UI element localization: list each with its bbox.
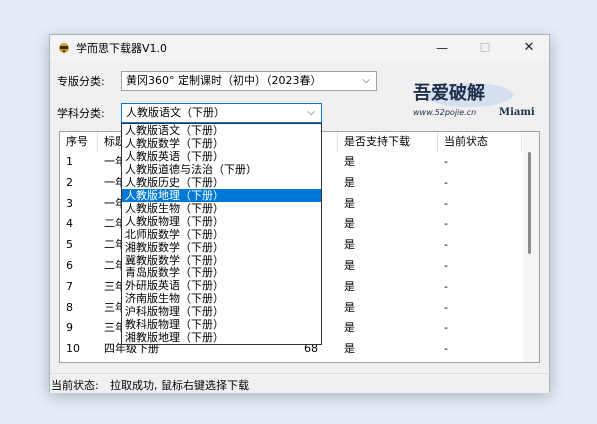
dropdown-option[interactable]: 人教版语文（下册） <box>122 124 321 137</box>
subject-dropdown-list[interactable]: 人教版语文（下册） 人教版数学（下册） 人教版英语（下册） 人教版道德与法治（下册）人… <box>121 123 322 345</box>
chevron-down-icon: ⌵ <box>362 75 370 86</box>
dropdown-option[interactable]: 沪科版物理（下册） <box>122 305 321 318</box>
cell-no: 2 <box>66 175 73 189</box>
cell-support: 是 <box>344 155 355 168</box>
dropdown-option[interactable]: 冀教版数学（下册） <box>122 254 321 267</box>
edition-value: 黄冈360° 定制课时（初中）（2023春） <box>126 74 322 87</box>
dropdown-option[interactable]: 人教版地理（下册） <box>122 188 321 202</box>
dropdown-option[interactable]: 人教版英语（下册） <box>122 150 321 163</box>
chevron-down-icon: ⌵ <box>307 107 315 118</box>
scrollbar-thumb[interactable] <box>528 152 531 254</box>
window-title: 学而思下载器V1.0 <box>76 42 168 55</box>
app-window: 学而思下载器V1.0 — ☐ ✕ 专版分类: 黄冈360° 定制课时（初中）（2… <box>49 34 550 393</box>
dropdown-option[interactable]: 湘教版地理（下册） <box>122 331 321 344</box>
dropdown-option[interactable]: 人教版数学（下册） <box>122 137 321 150</box>
dropdown-option[interactable]: 北师版数学（下册） <box>122 228 321 241</box>
status-bar: 当前状态: 拉取成功, 鼠标右键选择下载 <box>50 373 549 393</box>
dropdown-option[interactable]: 教科版物理（下册） <box>122 318 321 331</box>
status-message: 拉取成功, 鼠标右键选择下载 <box>110 379 249 392</box>
cell-no: 1 <box>66 155 73 168</box>
cell-no: 10 <box>66 342 80 356</box>
cell-support: 是 <box>344 259 355 272</box>
cell-no: 6 <box>66 259 73 272</box>
logo-main-text: 吾爱破解 <box>413 82 485 104</box>
cell-no: 3 <box>66 196 73 210</box>
cell-support: 是 <box>344 342 355 356</box>
cell-status: - <box>444 238 448 252</box>
cell-status: - <box>444 196 448 210</box>
cell-status: - <box>444 300 448 314</box>
cell-no: 4 <box>66 217 73 231</box>
cell-status: - <box>444 155 448 168</box>
dropdown-option[interactable]: 湘教版数学（下册） <box>122 241 321 254</box>
column-header-no[interactable]: 序号 <box>60 132 98 152</box>
dropdown-option[interactable]: 青岛版数学（下册） <box>122 266 321 279</box>
dropdown-option[interactable]: 人教版生物（下册） <box>122 202 321 215</box>
dropdown-option[interactable]: 外研版英语（下册） <box>122 279 321 292</box>
cell-support: 是 <box>344 196 355 210</box>
cell-support: 是 <box>344 175 355 189</box>
cell-no: 9 <box>66 321 73 335</box>
maximize-button[interactable]: ☐ <box>468 35 502 61</box>
column-header-status[interactable]: 当前状态 <box>438 132 522 152</box>
column-header-support[interactable]: 是否支持下载 <box>338 132 438 152</box>
app-icon <box>59 43 69 53</box>
subject-select[interactable]: 人教版语文（下册） ⌵ <box>121 103 322 123</box>
dropdown-option[interactable]: 人教版道德与法治（下册） <box>122 163 321 176</box>
cell-status: - <box>444 321 448 335</box>
minimize-button[interactable]: — <box>425 35 459 61</box>
dropdown-option[interactable]: 济南版生物（下册） <box>122 292 321 305</box>
dropdown-option[interactable]: 人教版历史（下册） <box>122 176 321 189</box>
cell-support: 是 <box>344 238 355 252</box>
vertical-scrollbar[interactable] <box>523 132 539 362</box>
cell-status: - <box>444 217 448 231</box>
close-button[interactable]: ✕ <box>512 35 546 61</box>
cell-status: - <box>444 279 448 293</box>
logo-url-text: www.52pojie.cn <box>413 108 476 117</box>
site-logo: 吾爱破解 www.52pojie.cn Miami <box>413 82 535 118</box>
title-bar[interactable]: 学而思下载器V1.0 — ☐ ✕ <box>50 35 549 61</box>
cell-support: 是 <box>344 321 355 335</box>
cell-no: 8 <box>66 300 73 314</box>
dropdown-option[interactable]: 人教版物理（下册） <box>122 215 321 228</box>
cell-status: - <box>444 175 448 189</box>
cell-no: 5 <box>66 238 73 252</box>
cell-no: 7 <box>66 279 73 293</box>
cell-support: 是 <box>344 300 355 314</box>
edition-select[interactable]: 黄冈360° 定制课时（初中）（2023春） ⌵ <box>121 71 377 91</box>
cell-status: - <box>444 259 448 272</box>
cell-status: - <box>444 342 448 356</box>
logo-tag-text: Miami <box>499 107 535 118</box>
status-label: 当前状态: <box>51 379 99 392</box>
edition-label: 专版分类: <box>57 75 105 88</box>
subject-value: 人教版语文（下册） <box>126 106 225 119</box>
subject-label: 学科分类: <box>57 107 105 120</box>
cell-support: 是 <box>344 217 355 231</box>
cell-support: 是 <box>344 279 355 293</box>
